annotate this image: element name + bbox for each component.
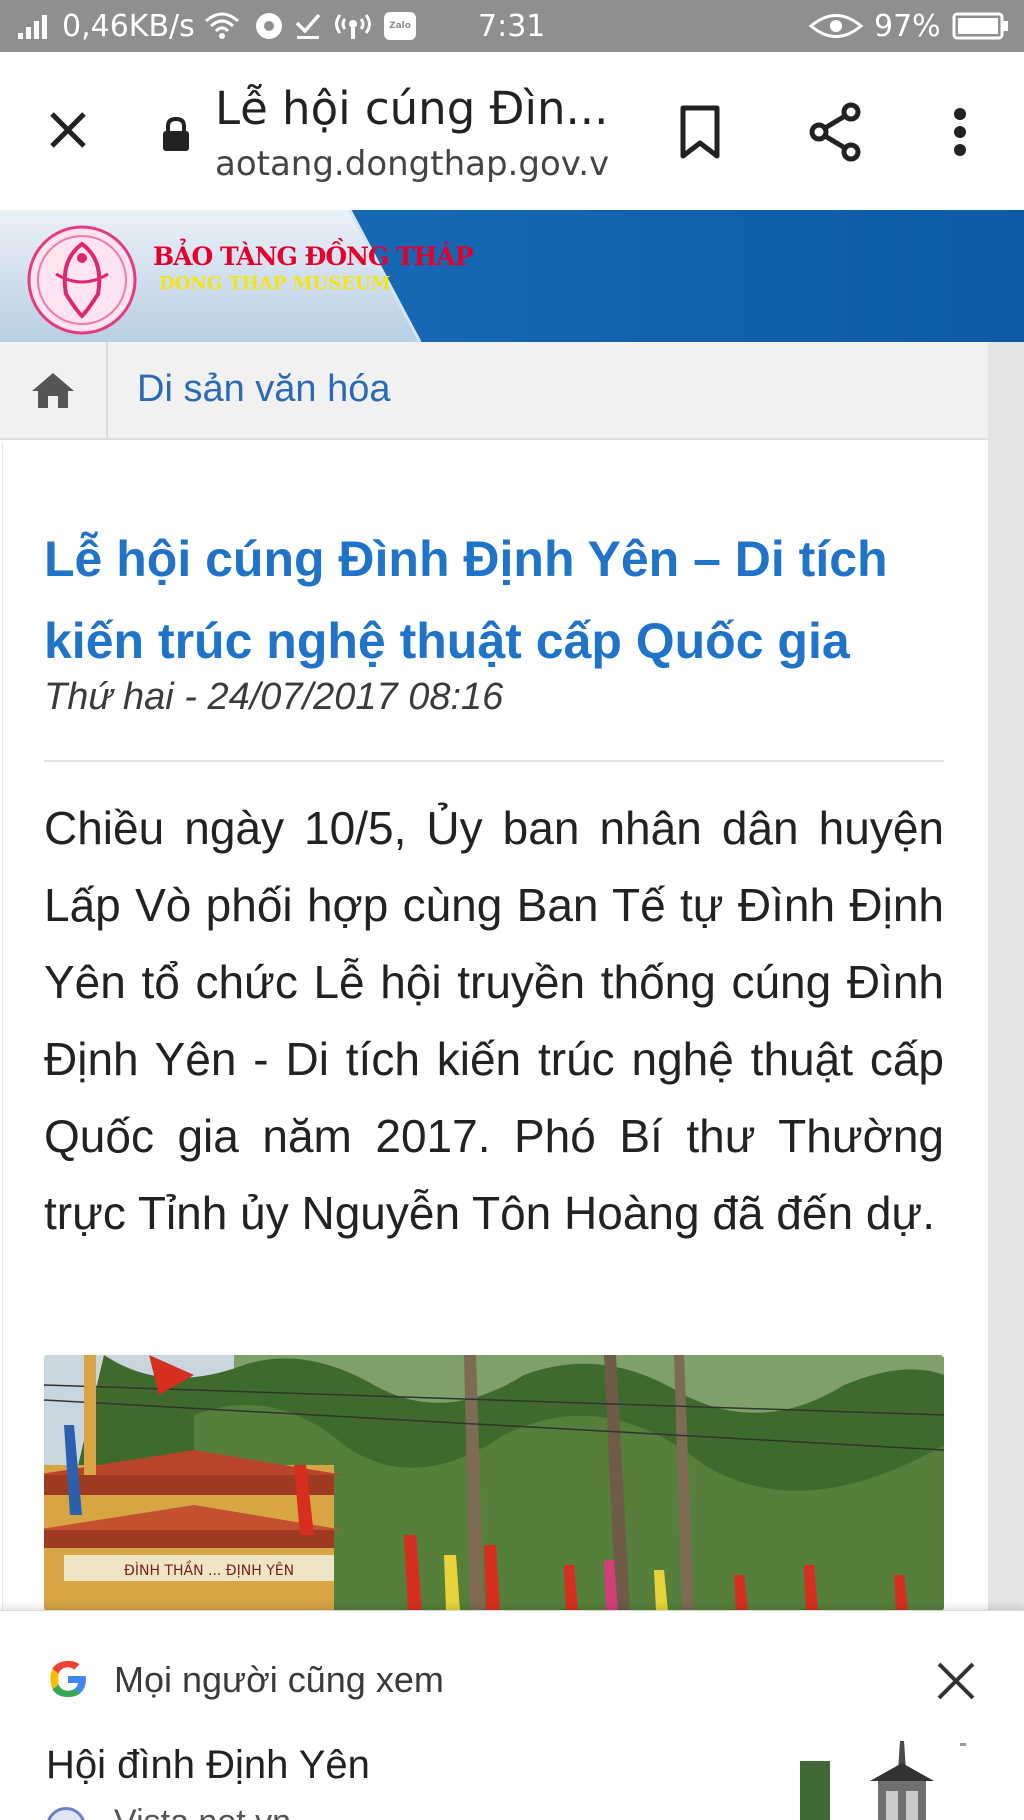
page-url[interactable]: aotang.dongthap.gov.vn	[215, 144, 610, 184]
temple-sign: ĐÌNH THẦN ... ĐỊNH YÊN	[124, 1560, 294, 1579]
home-icon[interactable]	[0, 342, 108, 438]
breadcrumb-link[interactable]: Di sản văn hóa	[137, 368, 391, 411]
suggestion-item-source: Vista.net.vn	[114, 1803, 291, 1820]
source-favicon-icon	[46, 1807, 86, 1820]
chrome-icon	[254, 0, 284, 52]
share-icon[interactable]	[804, 100, 868, 164]
page-title[interactable]: Lễ hội cúng Đìn...	[215, 82, 605, 135]
zalo-label: Zalo	[389, 21, 411, 31]
battery-icon	[952, 0, 1010, 52]
close-icon[interactable]	[934, 1659, 978, 1703]
breadcrumb: Di sản văn hóa	[0, 342, 988, 440]
museum-logo[interactable]	[26, 224, 138, 336]
signal-icon	[16, 0, 60, 52]
network-speed: 0,46KB/s	[62, 8, 195, 44]
article-body: Chiều ngày 10/5, Ủy ban nhân dân huyện L…	[44, 802, 944, 1239]
suggestion-sheet: Mọi người cũng xem Hội đình Định Yên Vis…	[0, 1610, 1024, 1820]
clock: 7:31	[478, 8, 546, 44]
status-bar: 0,46KB/s Zalo 7:31 97%	[0, 0, 1024, 52]
scrollbar-track[interactable]	[988, 342, 1024, 1612]
suggestion-thumbnail[interactable]	[800, 1741, 975, 1820]
bookmark-icon[interactable]	[670, 100, 730, 164]
download-done-icon	[294, 0, 322, 52]
logo-text-vietnamese: BẢO TÀNG ĐỒNG THÁP	[153, 242, 473, 271]
zalo-icon: Zalo	[384, 0, 416, 52]
close-icon[interactable]	[40, 102, 96, 158]
logo-text-english: DONG THAP MUSEUM	[159, 273, 391, 294]
article-date: Thứ hai - 24/07/2017 08:16	[44, 676, 504, 718]
divider	[44, 760, 944, 762]
suggestion-heading: Mọi người cũng xem	[114, 1659, 444, 1700]
hotspot-icon	[332, 0, 374, 52]
site-header-banner	[0, 210, 1024, 342]
more-vert-icon[interactable]	[940, 100, 980, 164]
wifi-icon	[204, 0, 240, 52]
article-photo[interactable]: ĐÌNH THẦN ... ĐỊNH YÊN	[44, 1355, 944, 1611]
battery-percent: 97%	[874, 8, 941, 44]
lock-icon	[158, 112, 194, 156]
article-title: Lễ hội cúng Đình Định Yên – Di tích kiến…	[44, 531, 888, 669]
eye-icon	[808, 0, 864, 52]
google-g-icon	[46, 1657, 90, 1701]
suggestion-item-title[interactable]: Hội đình Định Yên	[46, 1743, 370, 1788]
